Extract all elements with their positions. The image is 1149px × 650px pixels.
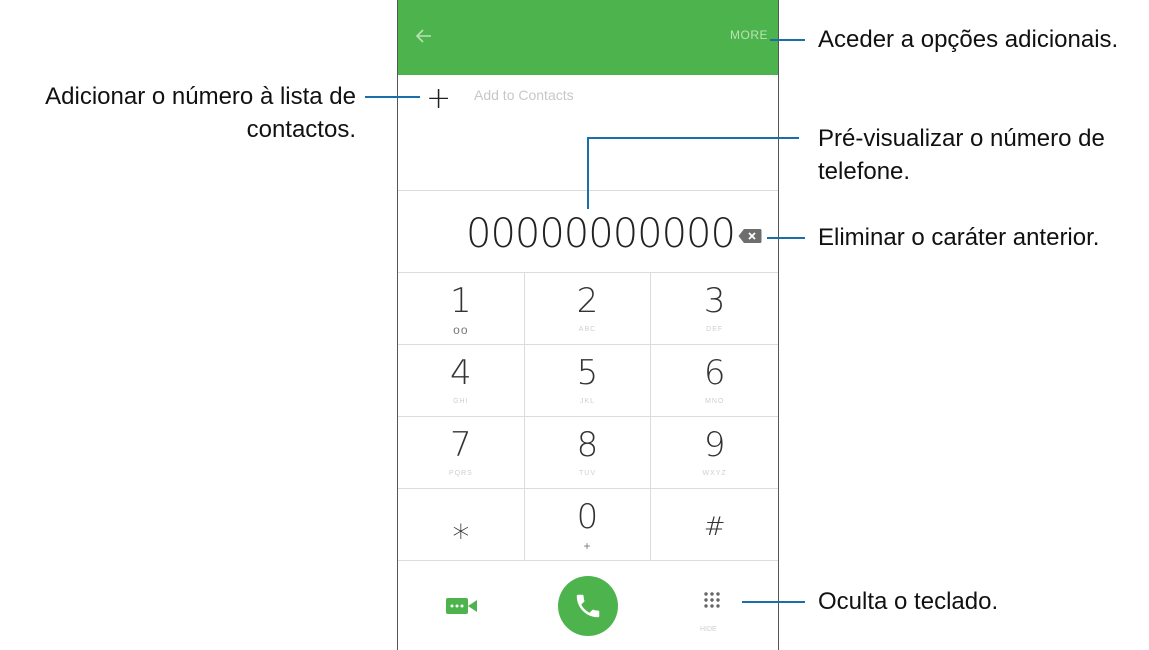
key-digit: 5	[576, 353, 599, 393]
key-9[interactable]: 9 WXYZ	[651, 417, 778, 489]
voicemail-icon: ᴏᴏ	[453, 323, 469, 337]
callout-preview-2: telefone.	[818, 158, 911, 185]
video-call-icon[interactable]	[446, 598, 478, 614]
key-4[interactable]: 4 GHI	[398, 345, 525, 417]
key-star[interactable]: ⁎	[398, 489, 525, 561]
hide-keypad-label: HIDE	[700, 626, 717, 633]
key-2[interactable]: 2 ABC	[524, 273, 652, 345]
more-button[interactable]: MORE	[730, 28, 768, 42]
key-3[interactable]: 3 DEF	[651, 273, 778, 345]
key-digit: 9	[703, 425, 726, 465]
key-letters: WXYZ	[702, 470, 727, 477]
dialpad-icon[interactable]	[703, 591, 721, 609]
key-digit: ⁎	[452, 507, 470, 547]
key-digit: #	[703, 512, 726, 542]
back-arrow-icon[interactable]	[414, 26, 434, 46]
plus-icon: +	[426, 81, 452, 116]
callout-line	[587, 137, 589, 209]
key-digit: 7	[450, 425, 472, 465]
phone-icon	[576, 594, 600, 618]
key-1[interactable]: 1 ᴏᴏ	[398, 273, 525, 345]
callout-line	[770, 39, 805, 41]
key-8[interactable]: 8 TUV	[524, 417, 652, 489]
number-preview: 00000000000	[398, 205, 778, 265]
key-5[interactable]: 5 JKL	[524, 345, 652, 417]
key-digit: 3	[703, 281, 726, 321]
key-letters: PQRS	[448, 470, 473, 477]
key-digit: 6	[703, 353, 726, 393]
callout-hide-keypad: Oculta o teclado.	[818, 588, 999, 615]
callout-preview-1: Pré-visualizar o número de	[818, 125, 1105, 152]
add-to-contacts-label: Add to Contacts	[474, 87, 574, 103]
callout-add-contact-1: Adicionar o número à lista de	[45, 83, 356, 110]
dialer-screen: MORE + Add to Contacts 00000000000 1 ᴏᴏ 2…	[397, 0, 779, 650]
key-7[interactable]: 7 PQRS	[398, 417, 525, 489]
key-digit: 0	[576, 497, 599, 537]
key-letters: GHI	[453, 398, 469, 405]
key-letters: ABC	[578, 326, 597, 333]
key-hash[interactable]: #	[651, 489, 778, 561]
keypad: 1 ᴏᴏ 2 ABC 3 DEF 4 GHI 5 JKL 6 MNO 7 PQRS 8 TUV …	[398, 273, 778, 561]
key-letters: DEF	[706, 326, 724, 333]
backspace-icon[interactable]	[738, 228, 762, 244]
callout-line	[587, 137, 799, 139]
app-bar: MORE	[398, 0, 778, 75]
callout-line	[742, 601, 805, 603]
key-digit: 4	[450, 353, 472, 393]
add-to-contacts-row[interactable]: + Add to Contacts	[398, 75, 778, 123]
key-letters: JKL	[579, 398, 596, 405]
key-letters: MNO	[704, 398, 725, 405]
key-6[interactable]: 6 MNO	[651, 345, 778, 417]
key-digit: 8	[576, 425, 599, 465]
callout-more-options: Aceder a opções adicionais.	[818, 26, 1119, 53]
bottom-actions: HIDE	[398, 561, 778, 650]
callout-delete-prev: Eliminar o caráter anterior.	[818, 224, 1100, 251]
key-digit: 1	[450, 281, 472, 321]
key-digit: 2	[576, 281, 599, 321]
key-plus: +	[583, 539, 592, 553]
callout-add-contact-2: contactos.	[246, 116, 356, 143]
callout-line	[365, 96, 420, 98]
dialed-number: 00000000000	[466, 211, 736, 257]
callout-line	[767, 237, 805, 239]
key-letters: TUV	[578, 470, 596, 477]
key-0[interactable]: 0 +	[524, 489, 652, 561]
call-button[interactable]	[558, 576, 618, 636]
